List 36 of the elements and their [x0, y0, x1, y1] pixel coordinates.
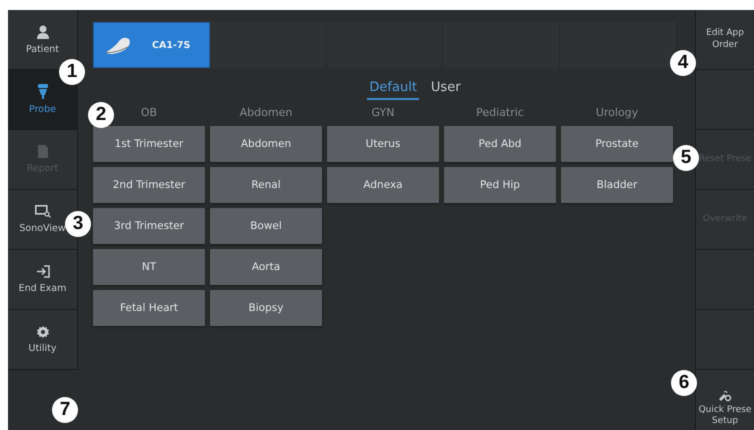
column-heading: GYN: [372, 106, 394, 119]
probe-slot[interactable]: CA1-7S: [93, 22, 210, 68]
preset-button[interactable]: Prostate: [561, 126, 673, 162]
preset-button[interactable]: Biopsy: [210, 290, 322, 326]
preset-tab[interactable]: Default: [367, 80, 419, 100]
column-heading: Urology: [596, 106, 638, 119]
person-icon: [36, 24, 48, 38]
preset-button[interactable]: 2nd Trimester: [93, 167, 205, 203]
column-heading: OB: [140, 106, 158, 119]
preset-button[interactable]: 3rd Trimester: [93, 208, 205, 244]
preset-button[interactable]: NT: [93, 249, 205, 285]
preset-button[interactable]: Fetal Heart: [93, 290, 205, 326]
screen-search-icon: [34, 205, 50, 218]
preset-button[interactable]: Aorta: [210, 249, 322, 285]
exit-icon: [36, 265, 50, 278]
document-icon: [38, 145, 48, 158]
column-heading: Pediatric: [476, 106, 524, 119]
preset-button[interactable]: Ped Abd: [444, 126, 556, 162]
preset-button[interactable]: Uterus: [327, 126, 439, 162]
probe-icon: [104, 35, 132, 55]
side-button[interactable]: Edit App Order: [696, 10, 754, 70]
preset-button[interactable]: Bowel: [210, 208, 322, 244]
settings-icon: [36, 326, 48, 338]
tools-icon: [718, 390, 732, 402]
preset-tab[interactable]: User: [428, 80, 463, 100]
preset-button[interactable]: Bladder: [561, 167, 673, 203]
sidebar-item[interactable]: End Exam: [8, 250, 78, 310]
column-heading: Abdomen: [240, 106, 292, 119]
sidebar-item[interactable]: Utility: [8, 310, 78, 370]
preset-button[interactable]: Abdomen: [210, 126, 322, 162]
preset-button[interactable]: 1st Trimester: [93, 126, 205, 162]
preset-button[interactable]: Renal: [210, 167, 322, 203]
side-button[interactable]: Quick Prese Setup: [696, 370, 754, 430]
preset-button[interactable]: Ped Hip: [444, 167, 556, 203]
probe-icon: [38, 84, 48, 99]
preset-button[interactable]: Adnexa: [327, 167, 439, 203]
